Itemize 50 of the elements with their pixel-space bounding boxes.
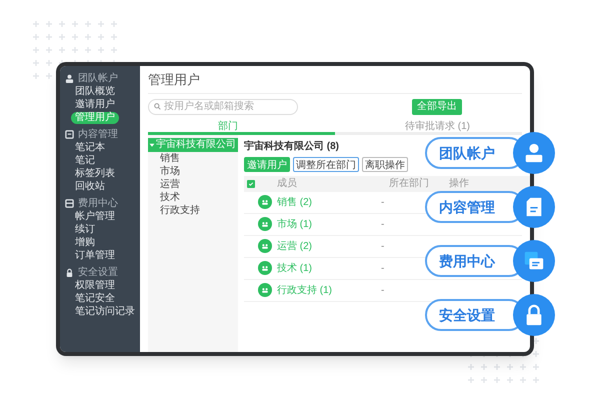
page-title: 管理用户 [148, 70, 522, 94]
action-button[interactable]: 离职操作 [362, 156, 408, 172]
sidebar-item[interactable]: 团队概览 [75, 86, 115, 98]
sidebar-item[interactable]: 续订 [75, 224, 95, 236]
person-icon [523, 142, 545, 164]
tree-item[interactable]: 销售 [148, 152, 238, 164]
group-avatar [258, 217, 272, 231]
table-cell-text: - [381, 196, 384, 210]
cards-icon [523, 250, 545, 272]
sidebar-item[interactable]: 标签列表 [75, 168, 115, 180]
sidebar-item[interactable]: 权限管理 [75, 280, 115, 292]
table-cell-text: - [381, 284, 384, 298]
sidebar-item[interactable]: 帐户管理 [75, 210, 115, 222]
caret-icon [149, 142, 155, 148]
table-cell-text: - [381, 218, 384, 232]
column-header: 成员 [277, 176, 298, 191]
column-header: 所在部门 [389, 176, 430, 191]
sidebar-item[interactable]: 笔记 [75, 154, 95, 166]
sidebar-item[interactable]: 邀请用户 [75, 98, 115, 110]
sidebar-item[interactable]: 笔记安全 [75, 292, 115, 304]
sidebar-section-title: 内容管理 [78, 128, 118, 141]
card-icon [65, 199, 74, 208]
lock-icon [65, 268, 74, 277]
select-all-checkbox[interactable] [247, 180, 255, 188]
tree-item[interactable]: 行政支持 [148, 204, 238, 216]
table-cell-text: - [381, 262, 384, 276]
tree-item[interactable]: 运营 [148, 178, 238, 190]
group-avatar [258, 261, 272, 275]
sidebar-section-title: 费用中心 [78, 197, 118, 210]
table-cell-text: - [381, 240, 384, 254]
sidebar-item[interactable]: 回收站 [75, 180, 105, 192]
person-icon [65, 74, 74, 83]
group-avatar [258, 239, 272, 253]
sidebar-item[interactable]: 笔记访问记录 [75, 306, 135, 318]
sidebar-section-title: 安全设置 [78, 266, 118, 279]
tree-item-label: 宇宙科技有限公司 [156, 138, 236, 152]
search-field[interactable]: 按用户名或邮箱搜索 [148, 98, 298, 114]
sidebar-section-title: 团队帐户 [78, 72, 118, 85]
tree-item[interactable]: 市场 [148, 164, 238, 178]
search-icon [154, 103, 161, 110]
document-icon [65, 130, 74, 139]
group-avatar [258, 195, 272, 209]
department-heading: 宇宙科技有限公司 (8) [244, 139, 339, 154]
sidebar-item[interactable]: 订单管理 [75, 250, 115, 262]
sidebar-item[interactable]: 笔记本 [75, 142, 105, 154]
column-header: 操作 [449, 177, 469, 191]
group-avatar [258, 283, 272, 297]
action-button[interactable]: 调整所在部门 [293, 156, 359, 172]
tree-item[interactable]: 技术 [148, 190, 238, 204]
sidebar-item[interactable]: 增购 [75, 236, 95, 248]
